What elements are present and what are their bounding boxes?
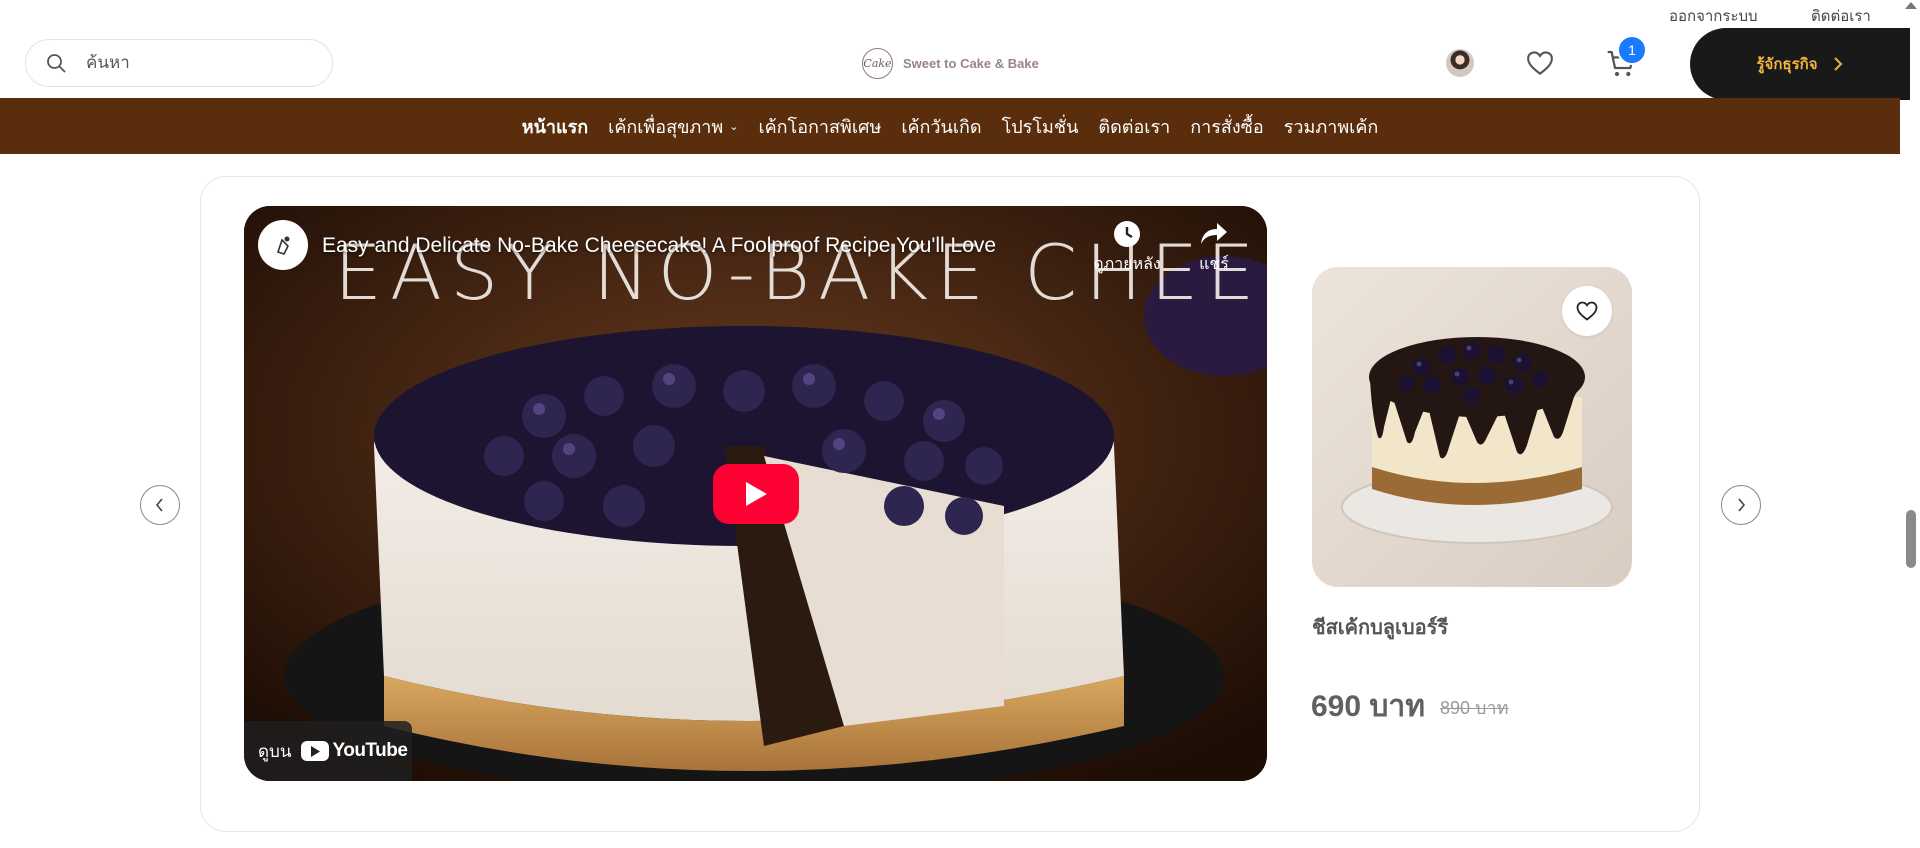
scrollbar-thumb[interactable] [1906,510,1916,568]
nav-item-home[interactable]: หน้าแรก [522,112,588,141]
chevron-right-icon [1833,57,1842,71]
search-box[interactable] [25,39,333,87]
carousel-prev-button[interactable] [140,485,180,525]
search-input[interactable] [86,53,306,73]
logo-text: Sweet to Cake & Bake [903,56,1039,71]
nav-item-promotion[interactable]: โปรโมชั่น [1002,112,1079,141]
nav-item-ordering[interactable]: การสั่งซื้อ [1190,112,1263,141]
chevron-down-icon: ⌄ [729,120,739,133]
heart-icon[interactable] [1525,48,1555,78]
nav-label: เค้กวันเกิด [901,116,982,137]
play-icon [746,482,767,506]
nav-item-special-occasion[interactable]: เค้กโอกาสพิเศษ [758,112,881,141]
contact-link[interactable]: ติดต่อเรา [1811,4,1871,28]
nav-item-healthy-cake[interactable]: เค้กเพื่อสุขภาพ ⌄ [608,112,738,141]
youtube-wordmark: YouTube [332,740,408,761]
play-button[interactable] [713,464,799,524]
logo-mark: Cake [862,48,893,79]
add-to-wishlist-button[interactable] [1562,286,1612,336]
about-business-button[interactable]: รู้จักธุรกิจ [1690,28,1910,100]
product-price: 690 บาท [1311,690,1426,723]
watch-later-label: ดูภายหลัง [1093,256,1161,273]
logout-link[interactable]: ออกจากระบบ [1669,4,1758,28]
carousel-next-button[interactable] [1721,485,1761,525]
youtube-video-embed[interactable]: EASY NO-BAKE CHEESECAKE Easy and Delicat… [244,206,1267,781]
watch-on-youtube-link[interactable]: ดูบน YouTube [244,721,412,781]
video-title[interactable]: Easy and Delicate No-Bake Cheesecake! A … [322,234,996,258]
nav-label: หน้าแรก [521,116,589,137]
nav-label: การสั่งซื้อ [1190,116,1264,137]
channel-avatar[interactable] [258,220,308,270]
watch-on-label: ดูบน [258,741,292,761]
nav-item-birthday[interactable]: เค้กวันเกิด [901,112,981,141]
nav-label: เค้กเพื่อสุขภาพ [608,116,724,137]
utility-bar: ออกจากระบบ ติดต่อเรา [0,0,1900,26]
search-icon [47,54,66,73]
nav-item-contact[interactable]: ติดต่อเรา [1098,112,1170,141]
product-old-price: 890 บาท [1440,698,1509,718]
youtube-logo: YouTube [301,740,408,762]
youtube-play-icon [301,741,330,761]
chevron-left-icon [155,498,163,512]
cart-count-badge: 1 [1617,35,1647,65]
channel-logo-icon [276,236,290,255]
chevron-right-icon [1738,498,1746,512]
main-nav: หน้าแรก เค้กเพื่อสุขภาพ ⌄ เค้กโอกาสพิเศษ … [0,98,1900,154]
share-label: แชร์ [1199,256,1229,273]
scroll-up-arrow-icon[interactable] [1905,2,1917,9]
avatar[interactable] [1446,49,1474,77]
site-logo[interactable]: Cake Sweet to Cake & Bake [862,48,1039,79]
product-name[interactable]: ชีสเค้กบลูเบอร์รี [1312,611,1448,643]
share-icon [1201,223,1227,244]
nav-item-gallery[interactable]: รวมภาพเค้ก [1284,112,1379,141]
nav-label: ติดต่อเรา [1098,116,1171,137]
about-business-label: รู้จักธุรกิจ [1756,56,1818,73]
nav-label: รวมภาพเค้ก [1283,116,1379,137]
share-button[interactable]: แชร์ [1184,220,1244,277]
site-header: Cake Sweet to Cake & Bake 1 รู้จักธุรกิจ [0,26,1910,100]
clock-icon [1114,221,1140,247]
nav-label: เค้กโอกาสพิเศษ [758,116,882,137]
watch-later-button[interactable]: ดูภายหลัง [1087,220,1167,277]
heart-icon [1576,301,1598,321]
nav-label: โปรโมชั่น [1001,116,1079,137]
